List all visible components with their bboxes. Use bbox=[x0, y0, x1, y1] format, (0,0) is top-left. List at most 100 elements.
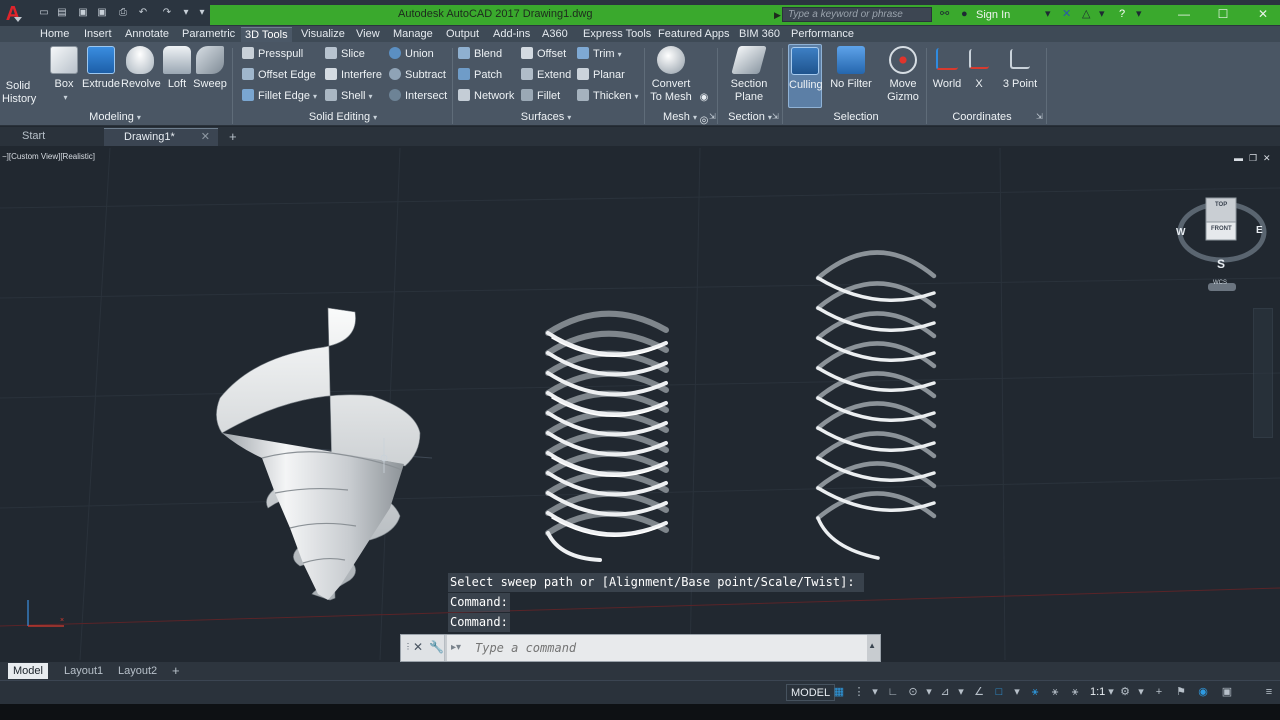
convert-to-mesh-button[interactable]: Convert To Mesh bbox=[648, 44, 694, 108]
thicken-button[interactable]: Thicken ▾ bbox=[577, 88, 639, 104]
surfaces-panel-title[interactable]: Surfaces ▾ bbox=[456, 110, 636, 125]
tab-featured-apps[interactable]: Featured Apps bbox=[654, 27, 734, 42]
revolve-button[interactable]: Revolve bbox=[121, 44, 161, 108]
annotation-visibility-icon[interactable]: ⚹ bbox=[1028, 685, 1042, 699]
interfere-button[interactable]: Interfere bbox=[325, 67, 382, 83]
wcs-menu[interactable]: WCS bbox=[1213, 280, 1227, 286]
autoscale-icon[interactable]: ⚹ bbox=[1048, 685, 1062, 699]
tab-a360[interactable]: A360 bbox=[538, 27, 572, 42]
presspull-button[interactable]: Presspull bbox=[242, 46, 303, 62]
object-snap-icon[interactable]: □ bbox=[992, 685, 1006, 699]
hardware-acceleration-icon[interactable]: ◉ bbox=[1196, 685, 1210, 699]
section-plane-button[interactable]: Section Plane bbox=[726, 44, 772, 108]
tab-parametric[interactable]: Parametric bbox=[178, 27, 239, 42]
subtract-button[interactable]: Subtract bbox=[389, 67, 446, 83]
customization-menu-icon[interactable]: ≡ bbox=[1262, 685, 1276, 699]
annotation-scale-icon[interactable]: ⚹ bbox=[1068, 685, 1082, 699]
loft-button[interactable]: Loft bbox=[163, 44, 191, 108]
tab-performance[interactable]: Performance bbox=[787, 27, 858, 42]
isolate-objects-icon[interactable]: ⚑ bbox=[1174, 685, 1188, 699]
isodraft-icon[interactable]: ⊿ bbox=[938, 685, 952, 699]
close-icon[interactable]: ✕ bbox=[1255, 7, 1271, 21]
application-menu-icon[interactable]: A bbox=[2, 3, 24, 25]
customize-qat-icon[interactable]: ▾ bbox=[196, 7, 208, 18]
isodraft-dropdown-icon[interactable]: ▾ bbox=[954, 685, 968, 699]
planar-button[interactable]: Planar bbox=[577, 67, 625, 83]
search-input[interactable]: ▶ Type a keyword or phrase bbox=[774, 7, 932, 22]
shell-button[interactable]: Shell ▾ bbox=[325, 88, 372, 104]
ucs-3-point-button[interactable]: 3 Point bbox=[1000, 44, 1040, 108]
section-dialog-launcher-icon[interactable]: ⇲ bbox=[772, 112, 779, 121]
sign-in-dropdown-icon[interactable]: ▾ bbox=[1045, 7, 1051, 21]
polar-dropdown-icon[interactable]: ▾ bbox=[922, 685, 936, 699]
recent-commands-icon[interactable]: ▸▾ bbox=[451, 642, 461, 653]
viewcube-west-label[interactable]: W bbox=[1176, 227, 1185, 238]
move-gizmo-button[interactable]: Move Gizmo bbox=[884, 44, 922, 108]
box-button[interactable]: Box ▾ bbox=[50, 44, 78, 108]
user-icon[interactable]: ● bbox=[961, 7, 968, 21]
auger-screw-model[interactable] bbox=[216, 307, 421, 601]
command-history-toggle-icon[interactable]: ▲ bbox=[868, 641, 876, 650]
modeling-panel-title[interactable]: Modeling ▾ bbox=[40, 110, 190, 125]
open-spring-model[interactable] bbox=[815, 250, 937, 560]
network-button[interactable]: Network bbox=[458, 88, 514, 104]
redo-icon[interactable]: ↷ bbox=[161, 7, 173, 18]
object-snap-tracking-icon[interactable]: ∠ bbox=[972, 685, 986, 699]
viewcube[interactable]: TOP FRONT W E S WCS bbox=[1170, 188, 1274, 292]
tab-output[interactable]: Output bbox=[442, 27, 483, 42]
object-snap-dropdown-icon[interactable]: ▾ bbox=[1010, 685, 1024, 699]
sign-in-button[interactable]: Sign In bbox=[976, 9, 1010, 21]
workspace-dropdown-icon[interactable]: ▾ bbox=[180, 7, 192, 18]
exchange-apps-icon[interactable]: ✕ bbox=[1062, 7, 1071, 21]
fillet-button[interactable]: Fillet bbox=[521, 88, 560, 104]
tab-3d-tools[interactable]: 3D Tools bbox=[241, 27, 292, 42]
command-close-icon[interactable]: ✕ bbox=[413, 640, 423, 654]
viewcube-south-label[interactable]: S bbox=[1217, 257, 1225, 271]
coordinates-dialog-launcher-icon[interactable]: ⇲ bbox=[1036, 112, 1043, 121]
grid-icon[interactable]: ▦ bbox=[832, 685, 846, 699]
undo-icon[interactable]: ↶ bbox=[137, 7, 149, 18]
tab-view[interactable]: View bbox=[352, 27, 384, 42]
clean-screen-icon[interactable]: ▣ bbox=[1220, 685, 1234, 699]
mesh-option-icon[interactable]: ◉ bbox=[698, 92, 710, 103]
tab-bim-360[interactable]: BIM 360 bbox=[735, 27, 784, 42]
mesh-panel-title[interactable]: Mesh ▾ bbox=[650, 110, 710, 125]
tab-drawing1[interactable]: Drawing1* ✕ bbox=[104, 128, 218, 146]
solid-history-button[interactable]: Solid History bbox=[2, 44, 36, 108]
new-file-icon[interactable]: ▭ bbox=[38, 7, 50, 18]
viewcube-east-label[interactable]: E bbox=[1256, 225, 1263, 236]
gear-icon[interactable]: ⚙ bbox=[1118, 685, 1132, 699]
sweep-button[interactable]: Sweep bbox=[192, 44, 228, 108]
plot-icon[interactable]: ⎙ bbox=[117, 7, 129, 18]
union-button[interactable]: Union bbox=[389, 46, 434, 62]
section-panel-title[interactable]: Section ▾ bbox=[720, 110, 780, 125]
a360-icon[interactable]: △ bbox=[1082, 7, 1090, 21]
fillet-edge-button[interactable]: Fillet Edge ▾ bbox=[242, 88, 317, 104]
patch-button[interactable]: Patch bbox=[458, 67, 502, 83]
tab-insert[interactable]: Insert bbox=[80, 27, 116, 42]
workspace-dropdown-icon[interactable]: ▾ bbox=[1134, 685, 1148, 699]
new-tab-plus-icon[interactable]: + bbox=[229, 129, 237, 144]
customize-command-icon[interactable]: 🔧 bbox=[429, 640, 444, 654]
tab-express-tools[interactable]: Express Tools bbox=[579, 27, 655, 42]
offset-button[interactable]: Offset bbox=[521, 46, 566, 62]
save-icon[interactable]: ▣ bbox=[77, 7, 89, 18]
tab-visualize[interactable]: Visualize bbox=[297, 27, 349, 42]
maximize-icon[interactable]: ☐ bbox=[1215, 7, 1231, 21]
command-input[interactable] bbox=[447, 635, 867, 661]
model-space-button[interactable]: MODEL bbox=[786, 684, 836, 701]
minimize-icon[interactable]: — bbox=[1176, 7, 1192, 21]
extend-button[interactable]: Extend bbox=[521, 67, 571, 83]
close-tab-icon[interactable]: ✕ bbox=[201, 129, 210, 146]
intersect-button[interactable]: Intersect bbox=[389, 88, 447, 104]
ucs-x-button[interactable]: X bbox=[966, 44, 992, 108]
tab-home[interactable]: Home bbox=[36, 27, 73, 42]
culling-button[interactable]: Culling bbox=[788, 44, 823, 108]
tab-add-ins[interactable]: Add-ins bbox=[489, 27, 534, 42]
add-layout-plus-icon[interactable]: + bbox=[166, 663, 186, 679]
selection-panel-title[interactable]: Selection bbox=[788, 110, 924, 125]
coordinates-panel-title[interactable]: Coordinates bbox=[930, 110, 1034, 125]
binoculars-icon[interactable]: ⚯ bbox=[940, 7, 949, 21]
help-icon[interactable]: ? bbox=[1119, 7, 1125, 21]
scale-dropdown-icon[interactable]: ▾ bbox=[1104, 685, 1118, 699]
